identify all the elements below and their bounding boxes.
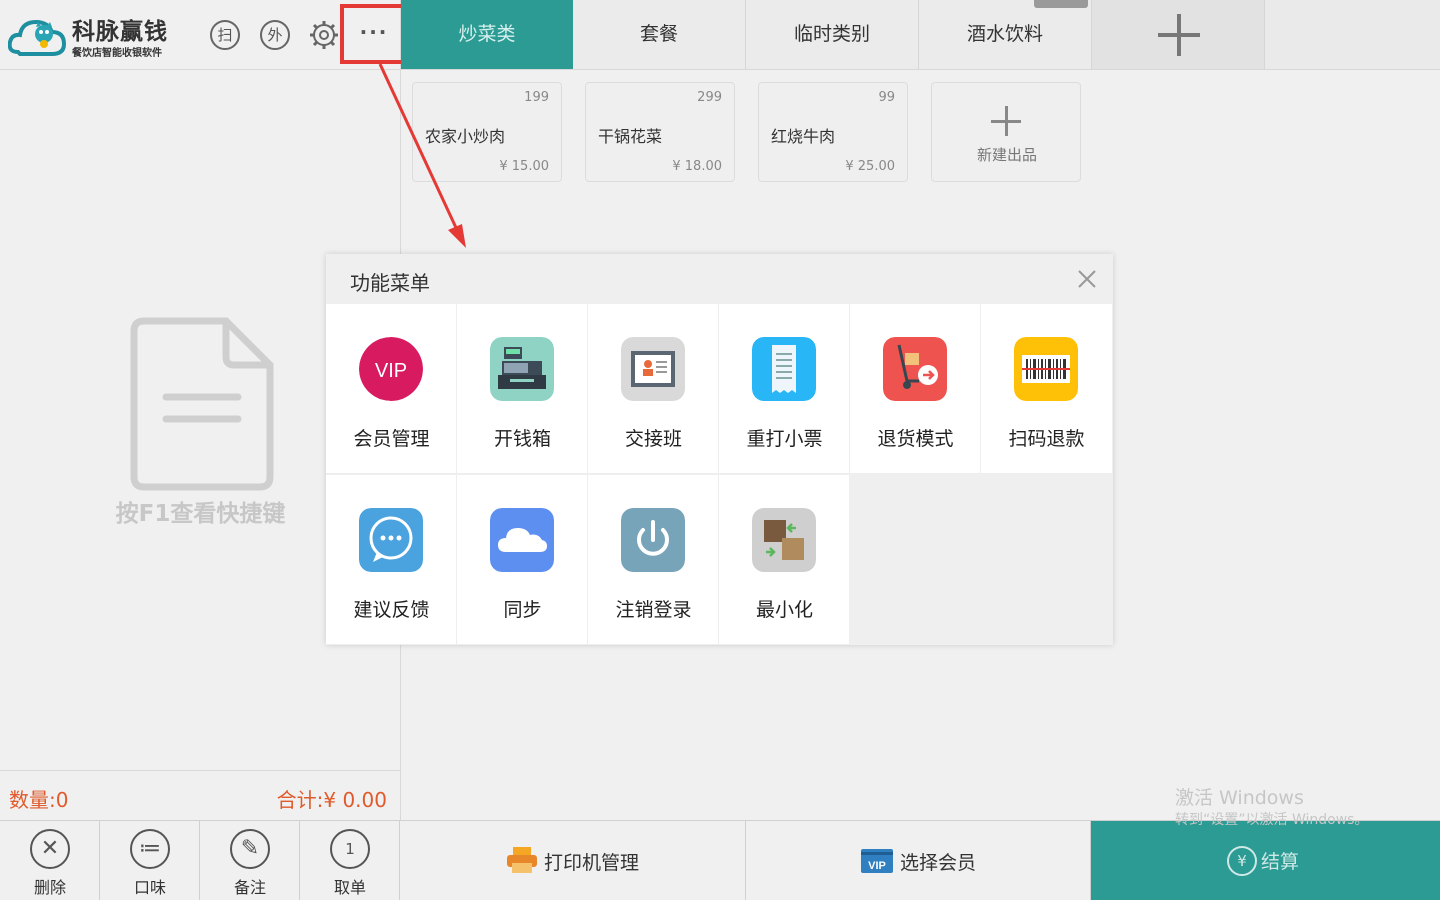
sum-label: 合计:¥ 0.00 (276, 788, 387, 812)
power-icon (621, 508, 685, 572)
product-card[interactable]: 99 红烧牛肉 ¥ 25.00 (758, 82, 908, 182)
member-management-button[interactable]: VIP 会员管理 (326, 304, 457, 474)
gear-icon[interactable] (308, 19, 340, 51)
order-totals: 数量:0 合计:¥ 0.00 (0, 770, 401, 820)
open-cash-drawer-button[interactable]: 开钱箱 (457, 304, 588, 474)
reprint-receipt-label: 重打小票 (746, 428, 823, 450)
scan-refund-button[interactable]: 扫码退款 (981, 304, 1112, 474)
tab-temporary[interactable]: 临时类别 (746, 0, 919, 69)
product-price: ¥ 15.00 (499, 159, 549, 174)
checkout-label: 结算 (1261, 851, 1300, 873)
quantity-label: 数量:0 (9, 788, 69, 812)
delete-button[interactable]: ✕ 删除 (0, 821, 100, 900)
logout-button[interactable]: 注销登录 (588, 475, 719, 645)
product-count: 99 (878, 90, 895, 105)
new-product-button[interactable]: 新建出品 (931, 82, 1081, 182)
logo-icon (8, 19, 67, 56)
vip-badge: VIP (868, 860, 886, 872)
product-name: 红烧牛肉 (771, 127, 836, 146)
cash-register-icon (490, 337, 554, 401)
printer-label: 打印机管理 (544, 852, 640, 874)
product-count: 199 (524, 90, 549, 105)
product-count: 299 (697, 90, 722, 105)
number-one-icon: 1 (330, 829, 370, 869)
product-price: ¥ 18.00 (672, 159, 722, 174)
feedback-button[interactable]: 建议反馈 (326, 475, 457, 645)
tab-drinks[interactable]: 酒水饮料 (919, 0, 1092, 69)
close-icon: ✕ (30, 829, 70, 869)
note-label: 备注 (233, 878, 266, 897)
yen-icon: ¥ (1227, 846, 1257, 876)
shift-handover-button[interactable]: 交接班 (588, 304, 719, 474)
dialog-title: 功能菜单 (350, 271, 430, 295)
checkout-button[interactable]: ¥ 结算 (1091, 821, 1440, 900)
feedback-label: 建议反馈 (353, 599, 430, 621)
printer-icon (507, 847, 537, 873)
activation-watermark-subtitle: 转到“设置”以激活 Windows。 (1175, 812, 1369, 828)
chat-bubble-icon (359, 508, 423, 572)
retrieve-label: 取单 (333, 878, 366, 897)
pen-icon: ✎ (230, 829, 270, 869)
list-icon: ≔ (130, 829, 170, 869)
return-cart-icon (883, 337, 947, 401)
empty-document-icon (130, 317, 274, 491)
vip-card-icon: VIP (861, 849, 893, 873)
scan-button[interactable]: 扫 (210, 20, 240, 50)
header-bar: 科脉赢钱 餐饮店智能收银软件 扫 外 ··· (0, 0, 408, 70)
tab-handle (1034, 0, 1088, 8)
flavor-button[interactable]: ≔ 口味 (100, 821, 200, 900)
minimize-button[interactable]: 最小化 (719, 475, 850, 645)
category-tabs: 炒菜类 套餐 临时类别 酒水饮料 (401, 0, 1440, 70)
product-name: 干锅花菜 (598, 127, 663, 146)
tab-stir-fry[interactable]: 炒菜类 (401, 0, 574, 69)
select-member-button[interactable]: VIP 选择会员 (746, 821, 1091, 900)
member-management-label: 会员管理 (353, 428, 430, 450)
member-label: 选择会员 (900, 852, 977, 874)
shift-card-icon (621, 337, 685, 401)
annotation-arrow-icon (378, 63, 466, 248)
open-cash-drawer-label: 开钱箱 (493, 428, 551, 450)
flavor-label: 口味 (133, 878, 166, 897)
dialog-header: 功能菜单 (326, 254, 1113, 304)
more-menu-button[interactable]: ··· (340, 4, 408, 64)
delete-label: 删除 (33, 878, 66, 897)
tab-set-meal[interactable]: 套餐 (573, 0, 746, 69)
product-price: ¥ 25.00 (845, 159, 895, 174)
vip-icon: VIP (359, 337, 423, 401)
vip-icon-text: VIP (375, 360, 407, 382)
order-actions: ✕ 删除 ≔ 口味 ✎ 备注 1 取单 (0, 820, 401, 900)
close-icon[interactable] (1076, 268, 1098, 290)
cloud-icon (490, 508, 554, 572)
scan-refund-label: 扫码退款 (1008, 428, 1085, 450)
printer-management-button[interactable]: 打印机管理 (401, 821, 746, 900)
retrieve-order-button[interactable]: 1 取单 (300, 821, 400, 900)
add-category-button[interactable] (1092, 0, 1265, 69)
app-title: 科脉赢钱 (72, 19, 168, 45)
return-mode-button[interactable]: 退货模式 (850, 304, 981, 474)
receipt-icon (752, 337, 816, 401)
shift-handover-label: 交接班 (624, 428, 682, 450)
product-card[interactable]: 299 干锅花菜 ¥ 18.00 (585, 82, 735, 182)
minimize-label: 最小化 (755, 599, 813, 621)
reprint-receipt-button[interactable]: 重打小票 (719, 304, 850, 474)
sync-button[interactable]: 同步 (457, 475, 588, 645)
minimize-boxes-icon (752, 508, 816, 572)
app-subtitle: 餐饮店智能收银软件 (72, 48, 162, 59)
barcode-icon (1014, 337, 1078, 401)
sync-label: 同步 (503, 599, 542, 621)
activation-watermark-title: 激活 Windows (1175, 787, 1304, 809)
note-button[interactable]: ✎ 备注 (200, 821, 300, 900)
return-mode-label: 退货模式 (877, 428, 954, 450)
function-menu-dialog: 功能菜单 VIP 会员管理 开钱箱 交接班 重打小票 退货模式 扫码退款 建议反… (326, 254, 1113, 645)
new-product-label: 新建出品 (976, 146, 1037, 164)
takeout-button[interactable]: 外 (260, 20, 290, 50)
logout-label: 注销登录 (615, 599, 692, 621)
bottom-bar: 打印机管理 VIP 选择会员 ¥ 结算 (401, 820, 1440, 900)
